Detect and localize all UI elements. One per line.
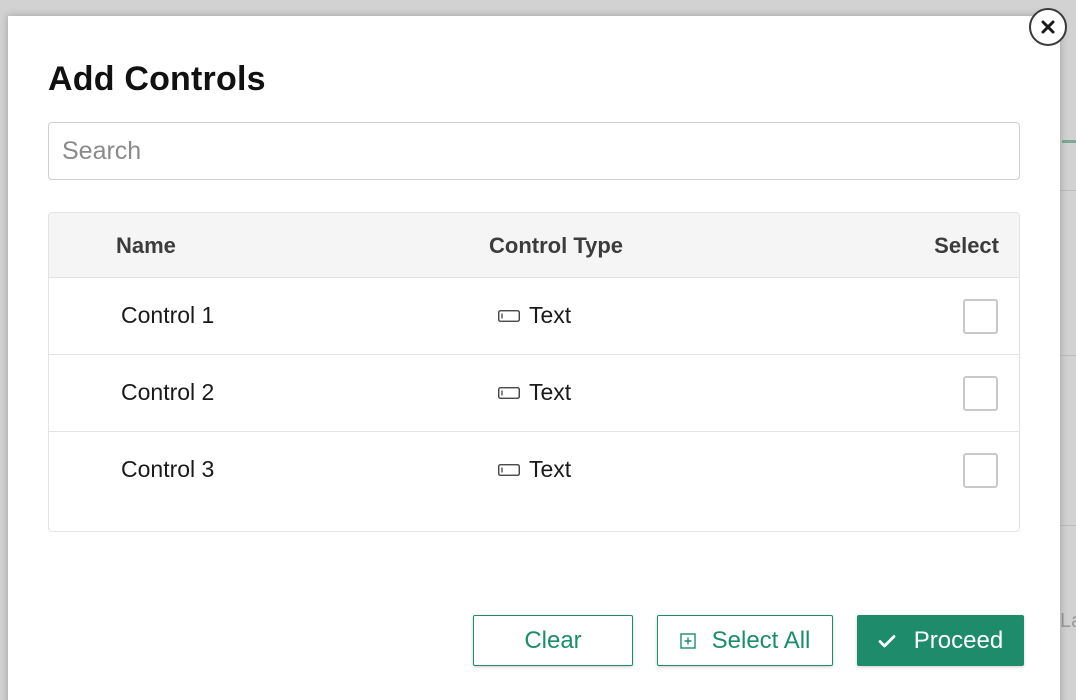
column-header-select: Select — [934, 233, 999, 258]
close-icon — [1041, 20, 1055, 34]
background-accent — [1062, 140, 1076, 143]
text-field-icon — [498, 463, 520, 476]
background-divider — [1060, 190, 1076, 191]
background-divider — [1060, 355, 1076, 356]
control-type-label: Text — [529, 302, 572, 328]
clear-button[interactable]: Clear — [473, 615, 633, 666]
proceed-button-label: Proceed — [913, 626, 1004, 654]
control-type-cell: Text — [498, 379, 571, 406]
table-row: Control 1 Text — [49, 278, 1019, 355]
select-all-button-label: Select All — [711, 626, 811, 654]
plus-square-icon — [679, 632, 696, 649]
close-button[interactable] — [1029, 8, 1067, 46]
table-header: Name Control Type Select — [49, 213, 1019, 278]
table-row: Control 2 Text — [49, 355, 1019, 432]
control-type-cell: Text — [498, 302, 571, 329]
controls-table: Name Control Type Select Control 1 Text … — [48, 212, 1020, 532]
select-checkbox[interactable] — [963, 299, 998, 334]
clear-button-label: Clear — [524, 626, 582, 654]
background-divider — [1060, 525, 1076, 526]
control-type-cell: Text — [498, 456, 571, 483]
proceed-button[interactable]: Proceed — [857, 615, 1024, 666]
column-header-name: Name — [116, 233, 176, 258]
text-field-icon — [498, 309, 520, 322]
select-checkbox[interactable] — [963, 376, 998, 411]
control-name: Control 1 — [121, 302, 215, 328]
select-all-button[interactable]: Select All — [657, 615, 833, 666]
table-row: Control 3 Text — [49, 432, 1019, 509]
column-header-control-type: Control Type — [489, 233, 624, 258]
search-input[interactable] — [48, 122, 1020, 180]
select-checkbox[interactable] — [963, 453, 998, 488]
control-type-label: Text — [529, 456, 572, 482]
background-text-fragment: La — [1060, 610, 1076, 632]
text-field-icon — [498, 386, 520, 399]
check-icon — [878, 634, 896, 648]
control-name: Control 3 — [121, 456, 215, 482]
control-type-label: Text — [529, 379, 572, 405]
dialog-title: Add Controls — [48, 60, 266, 98]
control-name: Control 2 — [121, 379, 215, 405]
